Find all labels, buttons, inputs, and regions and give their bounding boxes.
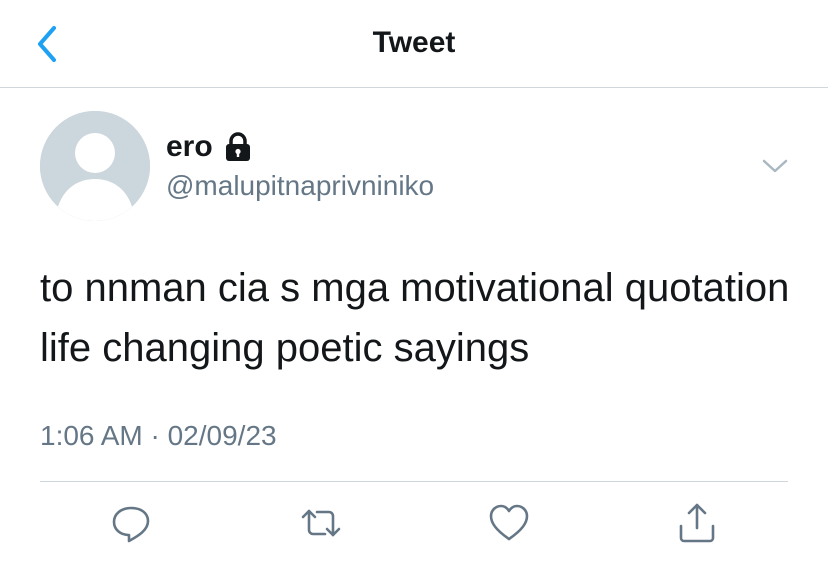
divider: [40, 481, 788, 482]
author-handle[interactable]: @malupitnaprivniniko: [166, 170, 434, 202]
retweet-icon: [301, 509, 341, 537]
lock-icon: [223, 131, 253, 163]
chevron-down-icon: [762, 159, 788, 173]
author-display-name[interactable]: ero: [166, 130, 253, 164]
navigation-bar: Tweet: [0, 0, 828, 88]
reply-button[interactable]: [108, 500, 154, 546]
more-options-button[interactable]: [760, 155, 790, 177]
avatar[interactable]: [40, 111, 150, 221]
share-button[interactable]: [674, 500, 720, 546]
tweet-text: to nnman cia s mga motivational quotatio…: [40, 266, 790, 370]
default-avatar-icon: [40, 111, 150, 221]
display-name-text: ero: [166, 130, 213, 163]
share-icon: [679, 503, 715, 543]
like-icon: [489, 504, 529, 541]
like-button[interactable]: [486, 500, 532, 546]
retweet-button[interactable]: [298, 500, 344, 546]
page-title: Tweet: [372, 26, 456, 59]
reply-icon: [112, 506, 150, 543]
tweet-actions: [0, 500, 828, 550]
tweet-timestamp: 1:06 AM · 02/09/23: [40, 420, 277, 451]
